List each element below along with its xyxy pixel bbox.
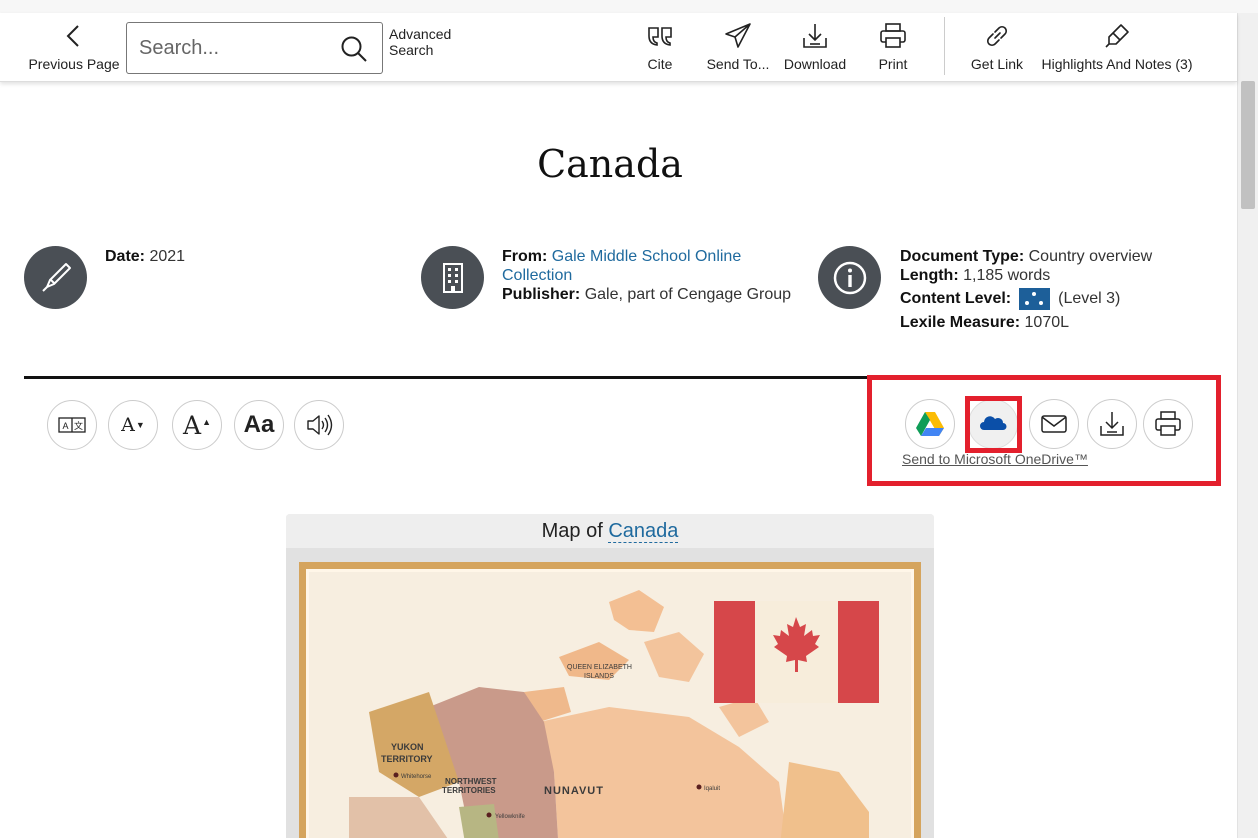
- date-label: Date:: [105, 248, 146, 265]
- meta-info-icon-badge: [818, 246, 881, 309]
- lexile-label: Lexile Measure:: [900, 314, 1021, 331]
- previous-page-label: Previous Page: [28, 56, 120, 72]
- section-divider: [24, 376, 870, 379]
- document-content: Canada Date: 2021 From: Gale Middle Scho…: [0, 82, 1237, 838]
- link-icon: [986, 25, 1008, 47]
- download-label: Download: [783, 56, 847, 72]
- from-label: From:: [502, 248, 548, 265]
- map-label-queen-elizabeth: QUEEN ELIZABETH: [567, 664, 632, 671]
- map-caption-prefix: Map of: [541, 520, 609, 542]
- map-label-territories: TERRITORIES: [442, 786, 496, 795]
- pen-nib-icon: [41, 262, 71, 292]
- content-level-label: Content Level:: [900, 290, 1012, 308]
- send-to-label: Send To...: [706, 56, 770, 72]
- translate-button[interactable]: A文: [47, 400, 97, 450]
- doctype-value: Country overview: [1028, 248, 1153, 265]
- publisher-label: Publisher:: [502, 286, 581, 303]
- building-icon: [442, 262, 463, 293]
- onedrive-button[interactable]: [968, 399, 1018, 449]
- translate-icon: A文: [58, 417, 86, 433]
- download-file-button[interactable]: [1087, 399, 1137, 449]
- search-input[interactable]: [139, 33, 339, 63]
- previous-page-button[interactable]: Previous Page: [27, 13, 121, 82]
- svg-text:A: A: [62, 421, 68, 431]
- paper-plane-icon: [725, 23, 751, 48]
- cite-button[interactable]: Cite: [640, 13, 680, 82]
- map-label-nunavut: NUNAVUT: [544, 785, 604, 797]
- map-label-northwest: NORTHWEST: [445, 777, 497, 786]
- doctype-label: Document Type:: [900, 248, 1025, 265]
- lexile-value: 1070L: [1024, 314, 1070, 331]
- print-button[interactable]: Print: [873, 13, 913, 82]
- map-caption: Map of Canada: [286, 514, 934, 548]
- highlighter-icon: [1105, 24, 1129, 48]
- email-button[interactable]: [1029, 399, 1079, 449]
- font-style-button[interactable]: Aa: [234, 400, 284, 450]
- info-icon: [833, 261, 866, 294]
- length-value: 1,185 words: [963, 267, 1051, 284]
- download-icon: [1100, 412, 1124, 436]
- map-label-yukon: YUKON: [391, 742, 424, 752]
- length-label: Length:: [900, 267, 959, 284]
- print-document-button[interactable]: [1143, 399, 1193, 449]
- map-label-territory: TERRITORY: [381, 754, 433, 764]
- content-level-value: (Level 3): [1058, 290, 1121, 308]
- onedrive-tooltip: Send to Microsoft OneDrive™: [902, 451, 1088, 467]
- get-link-label: Get Link: [970, 56, 1024, 72]
- search-box[interactable]: [126, 22, 383, 74]
- onedrive-icon: [980, 416, 1007, 430]
- meta-date-icon-badge: [24, 246, 87, 309]
- increase-font-button[interactable]: A ▲: [172, 400, 222, 450]
- document-toolbar: Previous Page Advanced Search Cite Send …: [0, 13, 1237, 82]
- download-icon: [803, 24, 827, 48]
- highlights-notes-label: Highlights And Notes (3): [1041, 56, 1193, 72]
- chevron-left-icon: [66, 25, 79, 47]
- meta-source: From: Gale Middle School Online Collecti…: [502, 247, 802, 304]
- toolbar-divider: [944, 17, 945, 75]
- map-label-islands: ISLANDS: [584, 673, 614, 680]
- quote-icon: [648, 27, 672, 46]
- meta-source-icon-badge: [421, 246, 484, 309]
- download-button[interactable]: Download: [782, 13, 848, 82]
- meta-date: Date: 2021: [105, 247, 385, 266]
- meta-document-info: Document Type: Country overview Length: …: [900, 247, 1230, 332]
- send-to-button[interactable]: Send To...: [704, 13, 772, 82]
- canada-map-image: QUEEN ELIZABETH ISLANDS YUKON TERRITORY …: [306, 569, 914, 838]
- highlights-notes-button[interactable]: Highlights And Notes (3): [1040, 13, 1194, 82]
- get-link-button[interactable]: Get Link: [968, 13, 1026, 82]
- date-value: 2021: [149, 248, 186, 265]
- publisher-value: Gale, part of Cengage Group: [584, 286, 792, 303]
- caret-up-icon: ▲: [202, 417, 211, 427]
- page-title: Canada: [537, 142, 683, 186]
- browser-top-strip: [0, 0, 1258, 13]
- svg-text:文: 文: [74, 420, 83, 432]
- map-label-iqaluit: Iqaluit: [704, 786, 720, 792]
- google-drive-button[interactable]: [905, 399, 955, 449]
- page-scrollbar[interactable]: [1237, 13, 1258, 838]
- font-increase-glyph: A: [183, 410, 202, 440]
- font-decrease-glyph: A: [121, 414, 135, 436]
- map-frame: QUEEN ELIZABETH ISLANDS YUKON TERRITORY …: [299, 562, 921, 838]
- speaker-icon: [307, 414, 333, 436]
- print-label: Print: [878, 56, 908, 72]
- caret-down-icon: ▼: [135, 420, 145, 430]
- google-drive-icon: [916, 412, 944, 436]
- listen-button[interactable]: [294, 400, 344, 450]
- canada-map-drawing: QUEEN ELIZABETH ISLANDS YUKON TERRITORY …: [349, 590, 879, 838]
- cite-label: Cite: [647, 56, 673, 72]
- search-icon[interactable]: [340, 35, 368, 63]
- scrollbar-thumb[interactable]: [1241, 81, 1255, 209]
- printer-icon: [880, 23, 906, 48]
- printer-icon: [1155, 411, 1181, 436]
- map-figure: Map of Canada QUEEN ELIZABETH ISLANDS YU…: [286, 514, 934, 838]
- font-style-glyph: Aa: [243, 411, 275, 438]
- advanced-search-link[interactable]: Advanced Search: [389, 26, 459, 58]
- content-level-icon: [1019, 288, 1051, 310]
- map-label-whitehorse: Whitehorse: [401, 774, 432, 780]
- envelope-icon: [1041, 415, 1067, 433]
- map-label-yellowknife: Yellowknife: [495, 814, 525, 820]
- decrease-font-button[interactable]: A ▼: [108, 400, 158, 450]
- map-caption-link[interactable]: Canada: [608, 520, 679, 543]
